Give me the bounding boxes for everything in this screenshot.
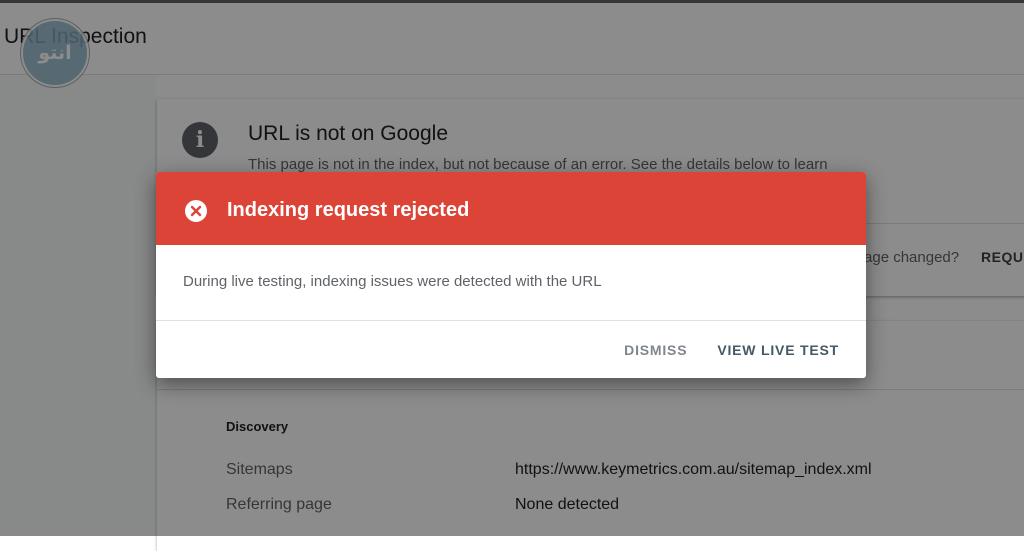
dismiss-button[interactable]: DISMISS xyxy=(615,332,696,368)
view-live-test-button[interactable]: VIEW LIVE TEST xyxy=(708,332,848,368)
dialog-title: Indexing request rejected xyxy=(227,199,470,221)
dialog-divider xyxy=(156,320,866,321)
dialog-message: During live testing, indexing issues wer… xyxy=(183,273,602,290)
error-x-icon xyxy=(185,200,207,222)
dialog-actions: DISMISS VIEW LIVE TEST xyxy=(615,332,848,368)
dialog-header: Indexing request rejected xyxy=(156,172,866,245)
indexing-rejected-dialog: Indexing request rejected During live te… xyxy=(156,172,866,378)
